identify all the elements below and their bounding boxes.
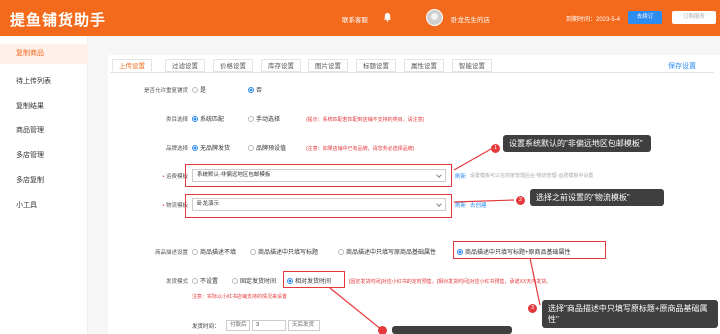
logistics-create-link[interactable]: 去创建 — [470, 201, 487, 209]
contact-service-link[interactable]: 联系客服 — [342, 14, 368, 24]
app-logo: 提鱼铺货助手 — [10, 11, 107, 29]
ship-label: 发货模式 — [165, 279, 188, 285]
bell-icon[interactable] — [383, 12, 392, 22]
tab-upload-settings[interactable]: 上传设置 — [112, 59, 152, 72]
radio-icon — [192, 87, 198, 93]
radio-icon — [338, 249, 344, 255]
ship-none-radio[interactable]: 不设置 — [192, 276, 218, 285]
radio-icon — [192, 249, 198, 255]
sidebar-item-multi-store-copy[interactable]: 多店复制 — [0, 171, 88, 191]
freight-hint: 设置模板可以在商家管理后台-物流管理-运费模板中设置 — [470, 173, 594, 179]
category-system-label: 系统匹配 — [200, 117, 225, 123]
tab-image-settings[interactable]: 图片设置 — [308, 59, 348, 72]
brand-hint: (注意：如果店铺中已有品牌，请您务必选择品牌) — [306, 146, 415, 152]
ship-none-label: 不设置 — [200, 279, 219, 285]
logistics-template-value: 卧龙演示 — [197, 201, 220, 207]
callout-3-number: 3 — [528, 304, 537, 313]
logistics-template-select[interactable]: 卧龙演示 — [192, 198, 446, 211]
logistics-label: • 物流模板 — [162, 203, 188, 209]
ship-fixed-label: 固定发货时间 — [240, 279, 277, 285]
freight-refresh-link[interactable]: 刷新 — [455, 172, 466, 180]
radio-icon — [192, 145, 198, 151]
desc-attr-label: 商品描述中只填写原商品基础属性 — [346, 250, 437, 256]
radio-icon — [248, 145, 254, 151]
dup-yes-label: 是 — [200, 88, 207, 94]
brand-none-radio[interactable]: 无品牌发货 — [192, 143, 230, 152]
ship-note: 注意：实际以小红书店铺支持的情况来设置 — [192, 294, 288, 300]
brand-preset-radio[interactable]: 品牌预设值 — [248, 143, 286, 152]
radio-icon — [232, 278, 238, 284]
ship-time-suffix: 天后发货 — [288, 320, 320, 331]
desc-title-attr-label: 商品描述中只填写标题+原商品基础属性 — [465, 250, 571, 256]
callout-4 — [392, 326, 512, 334]
desc-label: 商品描述设置 — [154, 250, 188, 256]
freight-template-select[interactable]: 系统默认-非偏远地区包邮模板 — [192, 169, 446, 182]
sidebar-item-multi-store[interactable]: 多店管理 — [0, 146, 88, 166]
radio-icon — [192, 278, 198, 284]
dup-no-radio[interactable]: 否 — [248, 85, 262, 94]
ship-hint: [固定发货时间]对应小红书的定时预售，[相对发货时间]对应小红书预售，承诺XX天… — [349, 279, 552, 285]
expire-date: 到期时间：2023-5-4 — [566, 17, 621, 23]
renew-button[interactable]: 去续订 — [628, 11, 662, 24]
dup-no-label: 否 — [256, 88, 263, 94]
category-manual-label: 手动选择 — [256, 117, 281, 123]
shop-name[interactable]: 卧龙先生的店 — [451, 14, 490, 24]
radio-icon — [287, 278, 293, 284]
tab-smart-settings[interactable]: 智能设置 — [452, 59, 492, 72]
freight-label: • 运费模板 — [162, 174, 188, 180]
dup-yes-radio[interactable]: 是 — [192, 85, 206, 94]
category-hint: (提示：系统匹配若匹配到店铺不支持的类目，请注意) — [306, 117, 425, 123]
callout-2-number: 2 — [516, 196, 525, 205]
radio-icon — [248, 87, 254, 93]
desc-title-attr-radio[interactable]: 商品描述中只填写标题+原商品基础属性 — [457, 247, 571, 256]
dup-label: 是否允许重复铺货 — [143, 88, 188, 94]
radio-icon — [192, 116, 198, 122]
freight-template-value: 系统默认-非偏远地区包邮模板 — [197, 172, 271, 178]
brand-preset-label: 品牌预设值 — [256, 146, 287, 152]
callout-1: 设置系统默认的"非偏远地区包邮模板" — [503, 135, 651, 152]
tab-divider — [110, 72, 714, 73]
sidebar-item-tools[interactable]: 小工具 — [0, 196, 88, 216]
desc-title-radio[interactable]: 商品描述中只填写标题 — [250, 247, 318, 256]
sidebar-item-pending-upload[interactable]: 待上传列表 — [0, 72, 88, 92]
sidebar-item-copy-result[interactable]: 复制结果 — [0, 97, 88, 117]
desc-none-radio[interactable]: 商品描述不填 — [192, 247, 236, 256]
ship-relative-label: 相对发货时间 — [295, 279, 332, 285]
logistics-refresh-link[interactable]: 刷新 — [455, 201, 466, 209]
category-manual-radio[interactable]: 手动选择 — [248, 114, 280, 123]
radio-icon — [457, 249, 463, 255]
sidebar-item-copy-product[interactable]: 复制商品 — [0, 44, 88, 64]
tab-filter-settings[interactable]: 过滤设置 — [165, 59, 205, 72]
ship-time-prefix: 付款后 — [226, 320, 250, 331]
chevron-down-icon — [436, 172, 442, 178]
desc-attr-radio[interactable]: 商品描述中只填写原商品基础属性 — [338, 247, 436, 256]
desc-none-label: 商品描述不填 — [200, 250, 237, 256]
chevron-down-icon — [436, 201, 442, 207]
tab-stock-settings[interactable]: 库存设置 — [261, 59, 301, 72]
order-service-button[interactable]: 订购服务 — [672, 11, 716, 24]
tab-title-settings[interactable]: 标题设置 — [356, 59, 396, 72]
radio-icon — [248, 116, 254, 122]
brand-none-label: 无品牌发货 — [200, 146, 231, 152]
category-label: 类目选择 — [165, 117, 188, 123]
callout-4-number — [378, 326, 387, 334]
callout-2: 选择之前设置的"物流模板" — [530, 189, 664, 206]
category-system-radio[interactable]: 系统匹配 — [192, 114, 224, 123]
sidebar-item-product-manage[interactable]: 商品管理 — [0, 121, 88, 141]
tab-price-settings[interactable]: 价格设置 — [213, 59, 253, 72]
save-settings-link[interactable]: 保存设置 — [668, 61, 696, 71]
ship-fixed-radio[interactable]: 固定发货时间 — [232, 276, 276, 285]
radio-icon — [250, 249, 256, 255]
tab-attribute-settings[interactable]: 属性设置 — [404, 59, 444, 72]
callout-1-number: 1 — [491, 144, 500, 153]
callout-3: 选择"商品描述中只填写原标题+原商品基础属性" — [542, 300, 718, 328]
brand-label: 品牌选择 — [165, 146, 188, 152]
ship-relative-radio[interactable]: 相对发货时间 — [287, 276, 331, 285]
ship-time-label: 发货时间： — [192, 324, 220, 330]
ship-days-input[interactable]: 3 — [252, 320, 286, 331]
desc-title-label: 商品描述中只填写标题 — [258, 250, 319, 256]
avatar[interactable] — [426, 9, 443, 26]
